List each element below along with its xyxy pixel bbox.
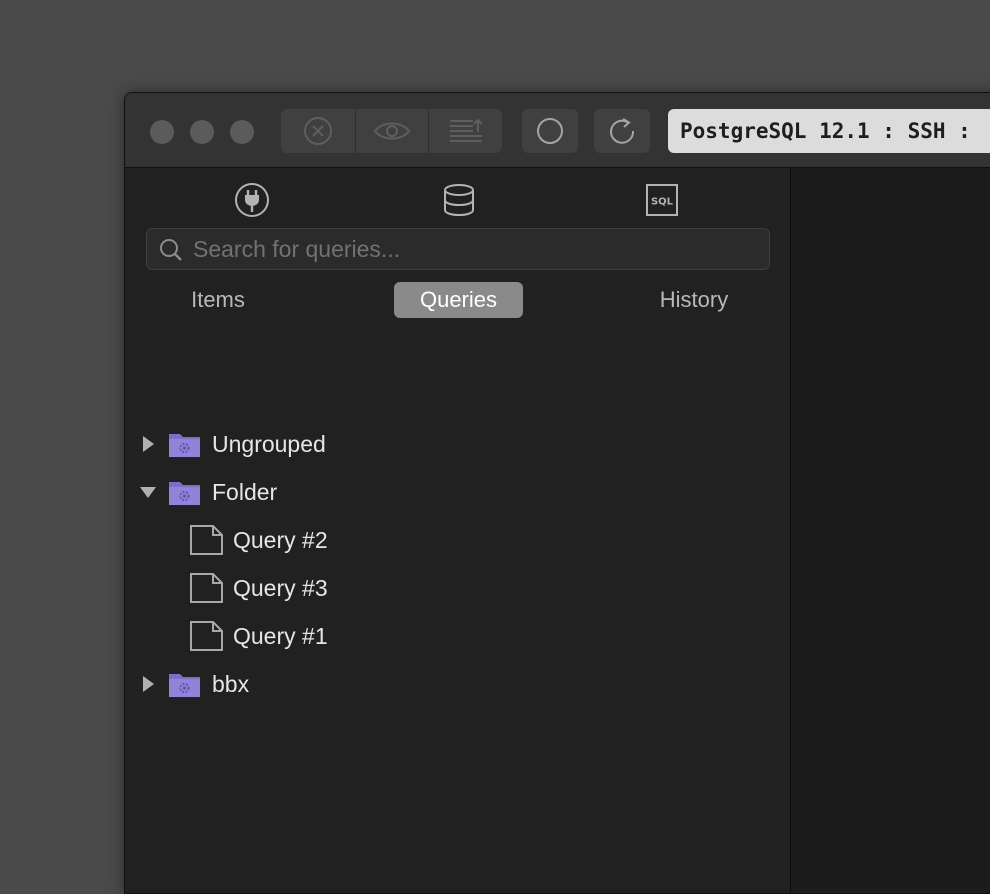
tab-queries[interactable]: Queries xyxy=(394,282,523,318)
eye-icon xyxy=(373,122,411,140)
format-query-button[interactable] xyxy=(428,109,502,153)
main-content-area xyxy=(791,168,990,893)
toolbar-button-group xyxy=(281,109,502,153)
database-icon xyxy=(444,184,474,217)
folder-icon xyxy=(169,433,200,457)
minimize-window-button[interactable] xyxy=(190,120,214,144)
tab-items[interactable]: Items xyxy=(167,282,269,318)
query-label: Query #1 xyxy=(233,622,328,649)
titlebar: PostgreSQL 12.1 : SSH : xyxy=(125,93,990,168)
sql-icon-label: SQL xyxy=(651,197,674,208)
preview-button[interactable] xyxy=(355,109,428,153)
tab-history[interactable]: History xyxy=(643,282,745,318)
query-label: Query #3 xyxy=(233,574,328,601)
app-window: PostgreSQL 12.1 : SSH : SQL Search for q… xyxy=(124,92,990,894)
connection-status-button[interactable] xyxy=(522,109,578,153)
document-icon xyxy=(190,621,223,651)
tree-group-ungrouped[interactable]: Ungrouped xyxy=(137,424,326,464)
disclosure-right-icon[interactable] xyxy=(137,424,159,464)
search-box xyxy=(146,228,770,270)
circle-icon xyxy=(537,118,563,144)
search-icon xyxy=(160,239,182,261)
sidebar: SQL Items Queries History Ungrouped xyxy=(125,168,791,893)
search-input[interactable] xyxy=(193,229,753,269)
folder-icon xyxy=(169,673,200,697)
zoom-window-button[interactable] xyxy=(230,120,254,144)
tree-group-label: bbx xyxy=(212,670,250,697)
stop-query-button[interactable] xyxy=(281,109,355,153)
tree-item-query[interactable]: Query #2 xyxy=(189,520,328,560)
folder-icon xyxy=(169,481,200,505)
tree-item-query[interactable]: Query #1 xyxy=(189,616,328,656)
sql-icon: SQL xyxy=(646,184,678,216)
tree-item-query[interactable]: Query #3 xyxy=(189,568,328,608)
stop-icon xyxy=(304,117,332,145)
lines-arrow-up-icon xyxy=(449,118,483,142)
tree-group-bbx[interactable]: bbx xyxy=(137,664,249,704)
disclosure-down-icon[interactable] xyxy=(137,472,159,512)
close-window-button[interactable] xyxy=(150,120,174,144)
refresh-icon xyxy=(610,118,635,144)
tree-group-label: Ungrouped xyxy=(212,430,326,457)
plug-icon xyxy=(235,183,269,217)
database-mode-button[interactable] xyxy=(441,182,477,218)
refresh-button[interactable] xyxy=(594,109,650,153)
document-icon xyxy=(190,573,223,603)
document-icon xyxy=(190,525,223,555)
connection-info-field[interactable]: PostgreSQL 12.1 : SSH : xyxy=(668,109,990,153)
query-label: Query #2 xyxy=(233,526,328,553)
connection-mode-button[interactable] xyxy=(234,182,270,218)
disclosure-right-icon[interactable] xyxy=(137,664,159,704)
tree-group-label: Folder xyxy=(212,478,278,505)
tree-group-folder[interactable]: Folder xyxy=(137,472,277,512)
sql-mode-button[interactable]: SQL xyxy=(644,182,680,218)
